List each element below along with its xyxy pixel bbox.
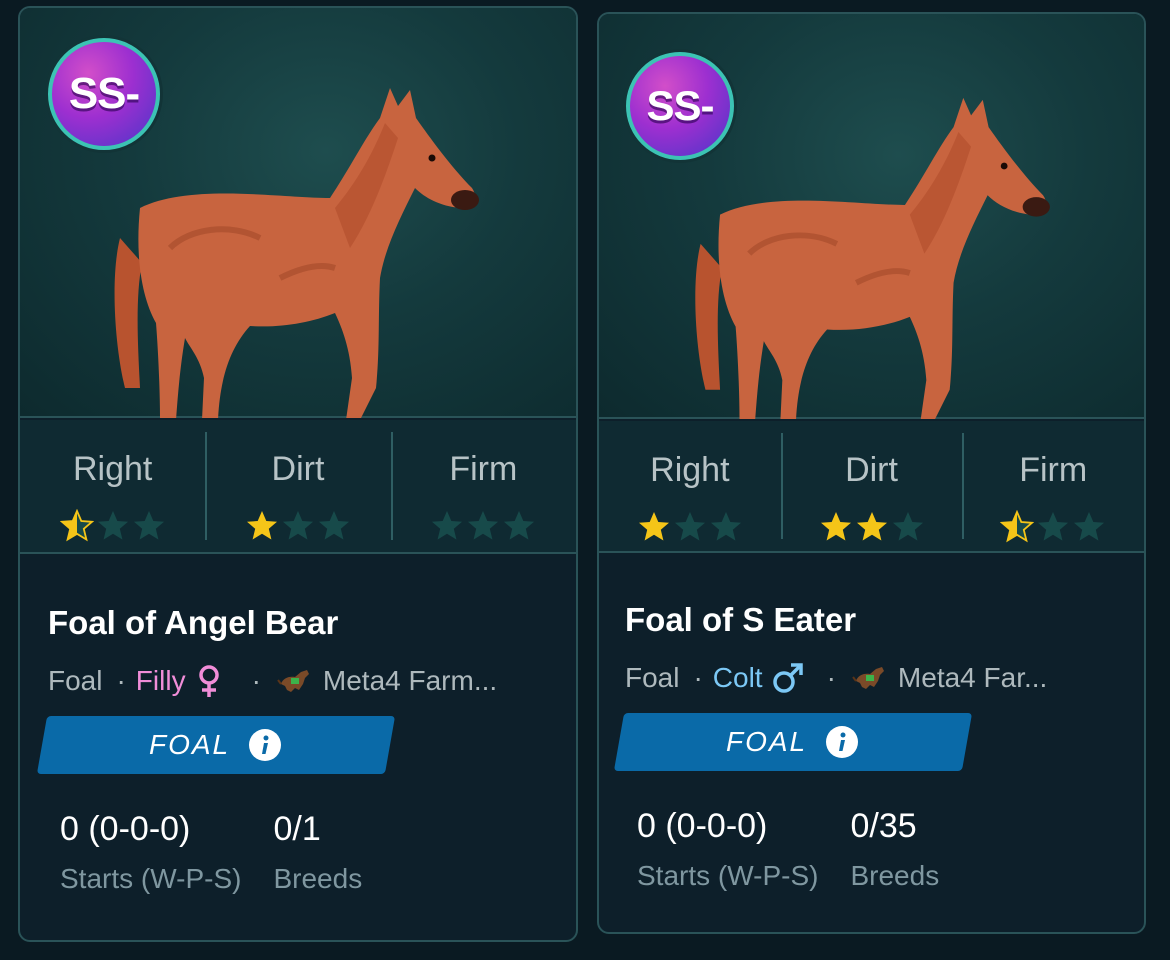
star-rating	[819, 510, 925, 544]
foal-status-tag[interactable]: FOAL	[613, 713, 973, 771]
star-empty-icon	[468, 511, 499, 540]
rating-label: Firm	[1019, 451, 1088, 489]
star-filled-icon	[820, 512, 851, 541]
foal-status-label: FOAL	[149, 729, 231, 760]
info-icon[interactable]	[249, 728, 283, 762]
rating-label: Dirt	[845, 451, 898, 489]
star-empty-icon	[710, 512, 741, 541]
rating-right: Right	[20, 420, 205, 552]
horse-image-area: SS-	[599, 14, 1144, 419]
star-empty-icon	[282, 511, 313, 540]
separator-dot: ·	[116, 665, 126, 696]
horse-name[interactable]: Foal of S Eater	[625, 601, 1144, 639]
rating-firm: Firm	[390, 420, 576, 552]
horse-type: Foal	[48, 665, 103, 696]
horse-info: Foal of Angel Bear Foal · Filly · Meta4 …	[20, 556, 576, 940]
breeds-value: 0/35	[850, 807, 917, 845]
rating-firm: Firm	[962, 421, 1144, 551]
star-rating	[59, 509, 166, 543]
star-empty-icon	[892, 512, 923, 541]
racehorse-icon	[852, 667, 884, 689]
foal-status-tag[interactable]: FOAL	[36, 716, 396, 774]
star-rating	[637, 510, 743, 544]
star-empty-icon	[432, 511, 463, 540]
horse-stats: 0 (0-0-0) Starts (W-P-S) 0/1 Breeds	[48, 810, 576, 895]
star-empty-icon	[504, 511, 535, 540]
horse-card[interactable]: SS- Right Dirt Firm Foal of Angel Bear F…	[18, 6, 578, 942]
rating-label: Dirt	[271, 450, 325, 488]
breeds-stat: 0/35 Breeds	[850, 807, 939, 892]
separator-dot: ·	[251, 665, 261, 696]
male-symbol-icon	[772, 663, 803, 693]
racehorse-icon	[277, 670, 309, 692]
breeds-label: Breeds	[273, 863, 363, 894]
horse-card[interactable]: SS- Right Dirt Firm Foal of S Eater Foal…	[597, 12, 1146, 934]
star-empty-icon	[133, 511, 164, 540]
starts-stat: 0 (0-0-0) Starts (W-P-S)	[637, 807, 818, 892]
starts-value: 0 (0-0-0)	[637, 807, 768, 845]
horse-name[interactable]: Foal of Angel Bear	[48, 604, 576, 642]
horse-gender: Colt	[712, 662, 763, 693]
starts-value: 0 (0-0-0)	[60, 810, 191, 848]
star-half-icon	[1000, 510, 1035, 543]
female-symbol-icon	[198, 665, 219, 697]
breeds-value: 0/1	[273, 810, 321, 848]
horse-image-area: SS-	[20, 8, 576, 418]
rating-dirt: Dirt	[205, 420, 390, 552]
star-filled-icon	[246, 511, 277, 540]
star-empty-icon	[1074, 512, 1105, 541]
info-icon[interactable]	[826, 725, 860, 759]
ratings-panel: Right Dirt Firm	[599, 421, 1144, 553]
star-rating	[245, 509, 351, 543]
grade-badge: SS-	[48, 38, 160, 150]
horse-stats: 0 (0-0-0) Starts (W-P-S) 0/35 Breeds	[625, 807, 1144, 892]
star-filled-icon	[856, 512, 887, 541]
starts-label: Starts (W-P-S)	[60, 863, 242, 894]
star-empty-icon	[1038, 512, 1069, 541]
horse-info: Foal of S Eater Foal · Colt · Meta4 Far.…	[599, 555, 1144, 932]
starts-label: Starts (W-P-S)	[637, 860, 819, 891]
rating-label: Firm	[449, 450, 518, 488]
horse-meta: Foal · Colt · Meta4 Far...	[625, 661, 1144, 695]
breeds-label: Breeds	[850, 860, 940, 891]
horse-gender: Filly	[135, 665, 186, 696]
grade-badge: SS-	[626, 52, 734, 160]
ratings-panel: Right Dirt Firm	[20, 420, 576, 554]
star-empty-icon	[318, 511, 349, 540]
breeds-stat: 0/1 Breeds	[273, 810, 362, 895]
star-rating	[1000, 510, 1106, 544]
rating-right: Right	[599, 421, 781, 551]
rating-label: Right	[72, 450, 153, 488]
rating-label: Right	[650, 451, 730, 489]
horse-meta: Foal · Filly · Meta4 Farm...	[48, 664, 576, 698]
star-empty-icon	[674, 512, 705, 541]
rating-dirt: Dirt	[780, 421, 963, 551]
star-half-icon	[59, 509, 94, 542]
foal-status-label: FOAL	[726, 726, 808, 757]
horse-type: Foal	[625, 662, 680, 693]
star-rating	[430, 509, 536, 543]
star-filled-icon	[638, 512, 669, 541]
farm-name[interactable]: Meta4 Farm...	[323, 665, 497, 697]
starts-stat: 0 (0-0-0) Starts (W-P-S)	[60, 810, 241, 895]
separator-dot: ·	[826, 662, 836, 693]
farm-name[interactable]: Meta4 Far...	[898, 662, 1047, 694]
star-empty-icon	[97, 511, 128, 540]
separator-dot: ·	[693, 662, 703, 693]
